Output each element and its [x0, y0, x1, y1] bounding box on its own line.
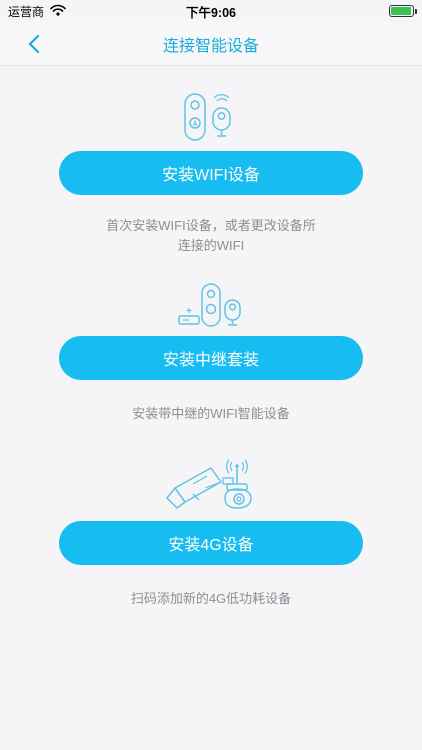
screen: 运营商 下午9:06 连接智能设备 安装WIFI设备 首次安装WIFI设备，或者…: [0, 0, 422, 750]
repeater-kit-icon: [178, 283, 241, 327]
repeater-kit-description: 安装带中继的WIFI智能设备: [60, 404, 362, 424]
4g-device-description-line1: 扫码添加新的4G低功耗设备: [130, 591, 292, 606]
status-bar: 运营商 下午9:06: [0, 0, 422, 22]
wifi-device-description-line1: 首次安装WIFI设备，或者更改设备所: [106, 218, 316, 233]
status-right: [389, 5, 417, 17]
battery-icon: [389, 5, 417, 17]
status-left: 运营商: [8, 3, 66, 20]
back-button[interactable]: [20, 30, 48, 58]
install-4g-device-button[interactable]: 安装4G设备: [59, 521, 363, 565]
install-repeater-kit-button[interactable]: 安装中继套装: [59, 336, 363, 380]
repeater-kit-description-line1: 安装带中继的WIFI智能设备: [132, 406, 290, 421]
wifi-device-description: 首次安装WIFI设备，或者更改设备所 连接的WIFI: [60, 216, 362, 256]
wifi-device-description-line2: 连接的WIFI: [177, 238, 245, 253]
doorbell-and-camera-icon: [184, 93, 231, 141]
carrier-label: 运营商: [8, 4, 45, 19]
section-repeater-kit: 安装中继套装 安装带中继的WIFI智能设备: [0, 278, 422, 428]
install-wifi-device-button[interactable]: 安装WIFI设备: [59, 151, 363, 195]
navigation-bar: 连接智能设备: [0, 22, 422, 66]
page-title: 连接智能设备: [162, 37, 259, 55]
section-4g-device: 安装4G设备 扫码添加新的4G低功耗设备: [0, 458, 422, 618]
wifi-icon: [50, 4, 66, 19]
battery-level: [391, 7, 411, 15]
chevron-left-icon: [28, 34, 40, 54]
section-wifi-device: 安装WIFI设备 首次安装WIFI设备，或者更改设备所 连接的WIFI: [0, 88, 422, 268]
4g-device-description: 扫码添加新的4G低功耗设备: [60, 589, 362, 609]
4g-cameras-icon: [166, 459, 252, 509]
